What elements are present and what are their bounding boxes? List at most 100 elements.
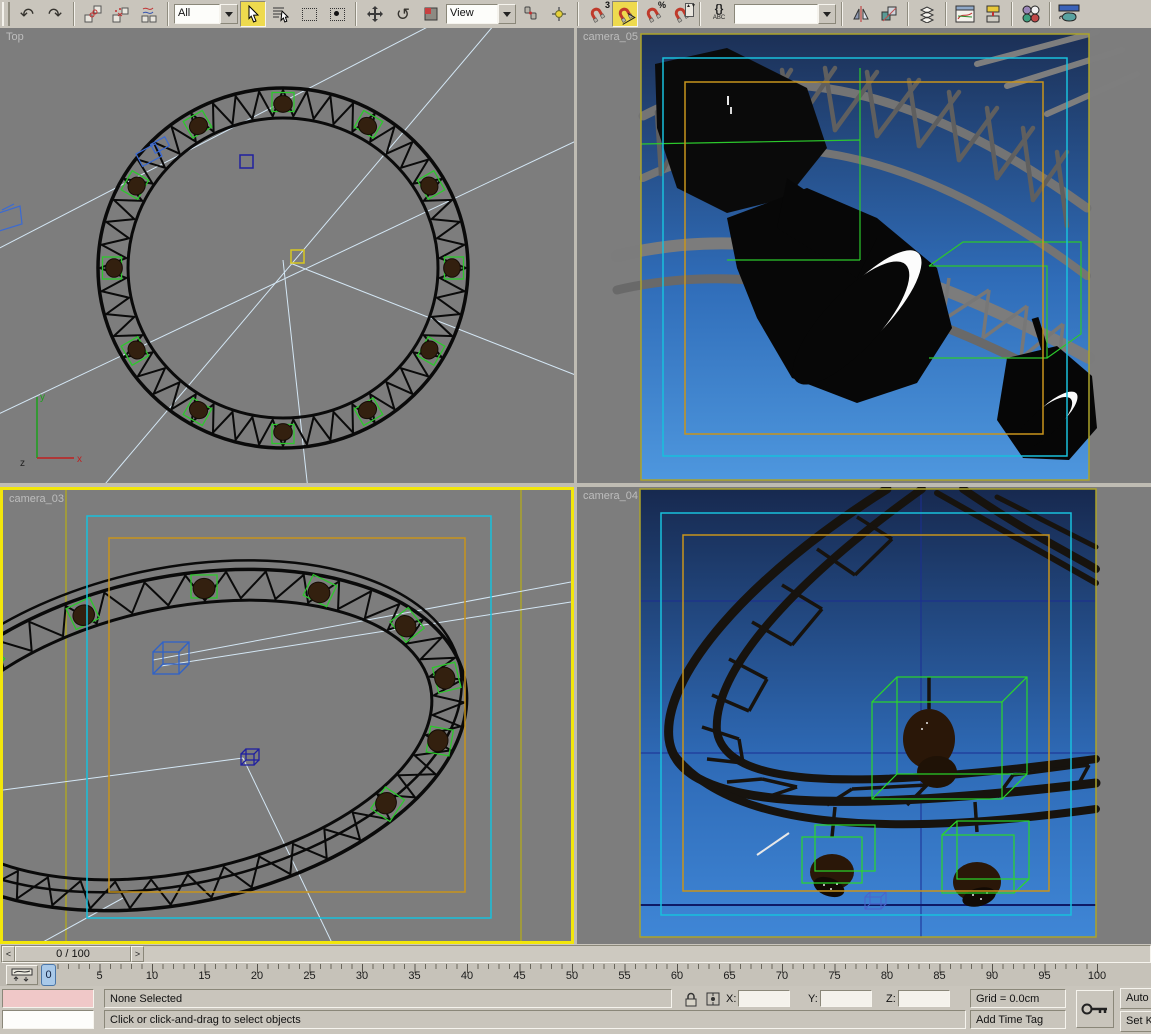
trackbar-tick-label: 95 bbox=[1038, 970, 1051, 982]
named-selection-sets-value bbox=[734, 4, 818, 24]
trackbar-tick-label: 15 bbox=[198, 970, 211, 982]
prompt-line: Click or click-and-drag to select object… bbox=[104, 1010, 966, 1029]
trackbar-tick-label: 50 bbox=[565, 970, 579, 982]
viewport-label[interactable]: camera_05 bbox=[583, 31, 638, 43]
current-frame-marker[interactable]: 0 bbox=[41, 964, 56, 986]
set-keys-key-icon[interactable] bbox=[1076, 990, 1114, 1028]
camera04-canvas bbox=[639, 487, 1101, 938]
snap-toggle-3d-icon[interactable]: 3 bbox=[584, 0, 610, 27]
rectangular-selection-region-icon[interactable] bbox=[296, 1, 322, 27]
trackbar-tick-label: 60 bbox=[670, 970, 684, 982]
select-object-button[interactable] bbox=[240, 1, 266, 27]
selection-filter-dropdown[interactable]: All bbox=[174, 4, 238, 24]
trackbar-tick-label: 35 bbox=[408, 970, 421, 982]
align-icon[interactable] bbox=[876, 1, 902, 27]
separator bbox=[907, 2, 909, 26]
3dsmax-window: { "toolbar": { "filter_dropdown": "All",… bbox=[0, 0, 1151, 1034]
auto-key-button[interactable]: Auto bbox=[1120, 988, 1151, 1009]
add-time-tag-button[interactable]: Add Time Tag bbox=[970, 1010, 1066, 1029]
svg-text:y: y bbox=[40, 392, 45, 403]
macro-recorder-field[interactable] bbox=[2, 989, 94, 1008]
camera05-canvas bbox=[611, 29, 1140, 481]
angle-snap-toggle-icon[interactable] bbox=[612, 1, 638, 27]
separator bbox=[841, 2, 843, 26]
chevron-down-icon[interactable] bbox=[220, 4, 238, 24]
trackbar-tick-label: 70 bbox=[775, 970, 789, 982]
time-slider-track[interactable]: < 0 / 100 > bbox=[1, 945, 1151, 963]
selection-status-field: None Selected bbox=[104, 989, 672, 1008]
undo-icon[interactable]: ↶ bbox=[14, 1, 40, 27]
z-coordinate-field[interactable] bbox=[898, 990, 950, 1007]
trackbar-tick-label: 75 bbox=[828, 970, 841, 982]
maxscript-listener-field[interactable] bbox=[2, 1010, 94, 1029]
percent-snap-toggle-icon[interactable]: % bbox=[640, 0, 666, 27]
unlink-selection-icon[interactable] bbox=[108, 1, 134, 27]
viewport-label[interactable]: Top bbox=[6, 31, 24, 43]
named-selection-sets-dropdown[interactable] bbox=[734, 4, 836, 24]
separator bbox=[355, 2, 357, 26]
viewport-label[interactable]: camera_04 bbox=[583, 490, 638, 502]
redo-icon[interactable]: ↷ bbox=[42, 1, 68, 27]
trackbar-tick-label: 20 bbox=[250, 970, 264, 982]
material-editor-icon[interactable] bbox=[1018, 1, 1044, 27]
bind-to-spacewarp-icon[interactable] bbox=[136, 1, 162, 27]
status-bar: None Selected Click or click-and-drag to… bbox=[0, 986, 1151, 1034]
separator bbox=[577, 2, 579, 26]
viewport-camera-03[interactable]: camera_03 bbox=[0, 487, 574, 944]
trackbar-tick-label: 10 bbox=[145, 970, 159, 982]
select-and-move-icon[interactable] bbox=[362, 1, 388, 27]
reference-coordinate-value: View bbox=[446, 4, 498, 24]
viewport-top[interactable]: y z x Top bbox=[0, 28, 574, 483]
trackbar-tick-label: 25 bbox=[303, 970, 316, 982]
grid-setting-display: Grid = 0.0cm bbox=[970, 989, 1066, 1008]
absolute-mode-icon[interactable] bbox=[704, 990, 722, 1008]
trackbar-tick-label: 40 bbox=[460, 970, 474, 982]
viewport-grid: y z x Top camera_05 camera_03 camera_04 bbox=[0, 28, 1151, 944]
trackbar-tick-label: 65 bbox=[723, 970, 736, 982]
toolbar-drag-handle[interactable] bbox=[2, 2, 10, 26]
separator bbox=[945, 2, 947, 26]
chevron-down-icon[interactable] bbox=[818, 4, 836, 24]
y-coordinate-field[interactable] bbox=[820, 990, 872, 1007]
y-label: Y: bbox=[808, 993, 818, 1005]
camera03-canvas bbox=[3, 490, 571, 941]
selection-lock-icon[interactable] bbox=[682, 990, 700, 1008]
render-setup-icon[interactable] bbox=[1056, 1, 1082, 27]
edit-named-selection-sets-icon[interactable]: {} ABC bbox=[706, 1, 732, 27]
trackbar-ruler[interactable]: 0 05101520253035404550556065707580859095… bbox=[40, 963, 1151, 986]
trackbar-tick-label: 80 bbox=[880, 970, 894, 982]
window-crossing-toggle-icon[interactable] bbox=[324, 1, 350, 27]
select-and-rotate-icon[interactable]: ↺ bbox=[390, 1, 416, 27]
svg-text:x: x bbox=[77, 454, 82, 465]
separator bbox=[73, 2, 75, 26]
set-key-button[interactable]: Set K bbox=[1120, 1011, 1151, 1032]
previous-frame-button[interactable]: < bbox=[2, 946, 15, 962]
x-coordinate-field[interactable] bbox=[738, 990, 790, 1007]
curve-editor-icon[interactable] bbox=[952, 1, 978, 27]
main-toolbar: ↶ ↷ All ↺ View 3 % ▲▼ {} ABC bbox=[0, 0, 1151, 29]
trackbar-tick-label: 30 bbox=[355, 970, 369, 982]
top-view-canvas: y z x bbox=[0, 28, 574, 483]
track-bar: 0 05101520253035404550556065707580859095… bbox=[0, 963, 1151, 987]
mirror-icon[interactable] bbox=[848, 1, 874, 27]
select-by-name-icon[interactable] bbox=[268, 1, 294, 27]
select-and-link-icon[interactable] bbox=[80, 1, 106, 27]
select-and-scale-icon[interactable] bbox=[418, 1, 444, 27]
reference-coordinate-dropdown[interactable]: View bbox=[446, 4, 516, 24]
select-and-manipulate-icon[interactable] bbox=[546, 1, 572, 27]
schematic-view-icon[interactable] bbox=[980, 1, 1006, 27]
time-slider-handle[interactable]: 0 / 100 bbox=[15, 946, 131, 962]
next-frame-button[interactable]: > bbox=[131, 946, 144, 962]
layer-manager-icon[interactable] bbox=[914, 1, 940, 27]
spinner-snap-toggle-icon[interactable]: ▲▼ bbox=[668, 1, 696, 27]
trackbar-tick-label: 100 bbox=[1087, 970, 1107, 982]
trackbar-tick-label: 55 bbox=[618, 970, 631, 982]
trackbar-tick-label: 85 bbox=[933, 970, 946, 982]
chevron-down-icon[interactable] bbox=[498, 4, 516, 24]
viewport-label[interactable]: camera_03 bbox=[9, 493, 64, 505]
use-pivot-point-center-icon[interactable] bbox=[518, 1, 544, 27]
separator bbox=[1049, 2, 1051, 26]
viewport-camera-05[interactable]: camera_05 bbox=[577, 28, 1151, 483]
axis-tripod: y z x bbox=[20, 392, 82, 469]
viewport-camera-04[interactable]: camera_04 bbox=[577, 487, 1151, 944]
